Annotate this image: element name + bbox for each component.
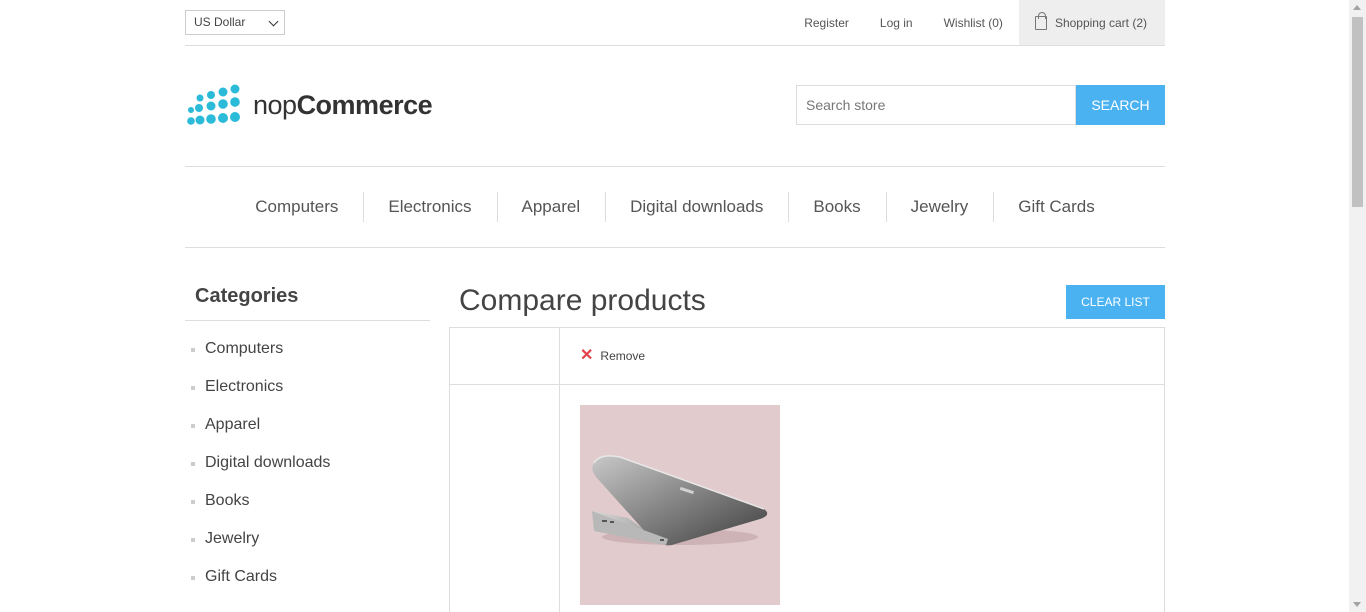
table-cell-remove: ✕ Remove: [560, 328, 1164, 384]
table-row: ✕ Remove: [450, 328, 1164, 385]
category-apparel[interactable]: Apparel: [185, 406, 430, 444]
table-cell-label: [450, 328, 560, 384]
scroll-down-arrow-icon[interactable]: [1353, 602, 1361, 607]
header-main: nopCommerce Search store Search: [185, 46, 1165, 167]
search-button[interactable]: Search: [1076, 85, 1165, 125]
category-gift-cards[interactable]: Gift Cards: [185, 558, 430, 596]
category-digital-downloads[interactable]: Digital downloads: [185, 444, 430, 482]
store-logo[interactable]: nopCommerce: [187, 84, 433, 126]
category-books[interactable]: Books: [185, 482, 430, 520]
category-jewelry[interactable]: Jewelry: [185, 520, 430, 558]
close-icon[interactable]: ✕: [580, 348, 593, 364]
menu-item-computers[interactable]: Computers: [230, 192, 363, 222]
shopping-bag-icon: [1034, 11, 1047, 30]
register-link[interactable]: Register: [804, 16, 849, 30]
menu-item-books[interactable]: Books: [788, 192, 885, 222]
currency-select-value: US Dollar: [194, 15, 246, 29]
table-row: [450, 385, 1164, 612]
chevron-down-icon: [268, 16, 279, 27]
table-cell-label: [450, 385, 560, 612]
compare-products-section: Compare products Clear list ✕ Remove: [449, 284, 1165, 612]
logo-suffix: Commerce: [296, 89, 433, 120]
menu-item-gift-cards[interactable]: Gift Cards: [993, 192, 1120, 222]
categories-list: Computers Electronics Apparel Digital do…: [185, 321, 430, 596]
table-cell-picture: [560, 385, 1164, 612]
top-menu: Computers Electronics Apparel Digital do…: [185, 167, 1165, 248]
logo-prefix: nop: [253, 89, 297, 120]
scrollbar-thumb[interactable]: [1352, 17, 1363, 207]
search-box: Search store Search: [796, 85, 1165, 125]
login-link[interactable]: Log in: [880, 16, 913, 30]
category-computers[interactable]: Computers: [185, 330, 430, 368]
page-wrapper: US Dollar Register Log in Wishlist (0) S…: [185, 0, 1165, 612]
menu-item-apparel[interactable]: Apparel: [496, 192, 606, 222]
clear-list-button[interactable]: Clear list: [1066, 285, 1165, 319]
compare-table: ✕ Remove: [449, 327, 1165, 612]
search-input[interactable]: Search store: [796, 85, 1076, 125]
category-electronics[interactable]: Electronics: [185, 368, 430, 406]
laptop-image: [592, 455, 768, 546]
scroll-up-arrow-icon[interactable]: [1353, 5, 1361, 10]
remove-product-button[interactable]: Remove: [600, 349, 645, 363]
categories-sidebar: Categories Computers Electronics Apparel…: [185, 285, 430, 596]
wishlist-link[interactable]: Wishlist (0): [944, 16, 1003, 30]
shopping-cart-label: Shopping cart (2): [1054, 15, 1147, 30]
header-top-bar: US Dollar Register Log in Wishlist (0) S…: [185, 0, 1165, 46]
product-image[interactable]: [580, 405, 780, 605]
page-title: Compare products: [459, 284, 706, 317]
header-links: Register Log in Wishlist (0) Shopping ca…: [773, 0, 1165, 45]
menu-item-digital-downloads[interactable]: Digital downloads: [605, 192, 788, 222]
logo-text: nopCommerce: [253, 89, 433, 121]
vertical-scrollbar[interactable]: [1349, 0, 1366, 612]
logo-dots-icon: [187, 84, 240, 125]
menu-item-jewelry[interactable]: Jewelry: [885, 192, 994, 222]
menu-item-electronics[interactable]: Electronics: [363, 192, 496, 222]
shopping-cart-link[interactable]: Shopping cart (2): [1018, 0, 1165, 45]
categories-title: Categories: [185, 285, 430, 321]
currency-select[interactable]: US Dollar: [185, 10, 285, 35]
